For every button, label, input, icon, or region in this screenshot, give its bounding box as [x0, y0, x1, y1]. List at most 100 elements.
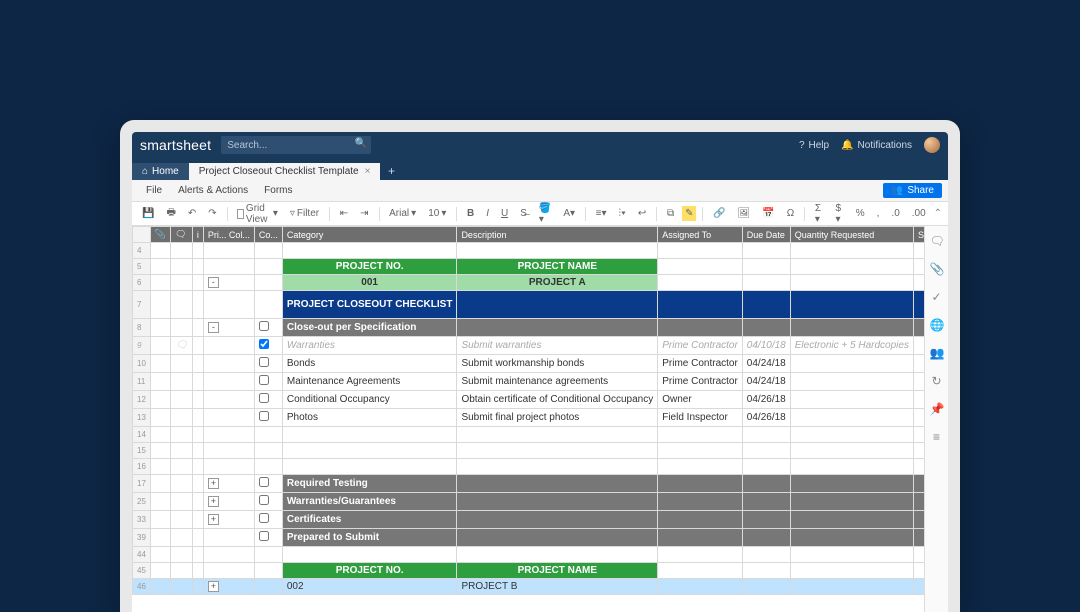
col-due[interactable]: Due Date — [742, 227, 790, 243]
cell-assigned[interactable]: Prime Contractor — [658, 355, 743, 373]
table-row[interactable]: 13PhotosSubmit final project photosField… — [133, 409, 925, 427]
row-number[interactable]: 17 — [133, 475, 151, 493]
row-checkbox[interactable] — [259, 339, 269, 349]
cell-attach[interactable] — [150, 355, 170, 373]
cell-pri[interactable]: + — [203, 511, 254, 529]
cell-info[interactable] — [192, 409, 203, 427]
cell-assigned[interactable] — [658, 243, 743, 259]
cell-comment[interactable] — [171, 547, 193, 563]
table-row[interactable]: 12Conditional OccupancyObtain certificat… — [133, 391, 925, 409]
cell-pri[interactable]: + — [203, 579, 254, 595]
cell-attach[interactable] — [150, 275, 170, 291]
fontsize-select[interactable]: 10 ▾ — [424, 206, 450, 221]
row-checkbox[interactable] — [259, 375, 269, 385]
expander-icon[interactable]: + — [208, 496, 219, 507]
cell-pri[interactable]: + — [203, 475, 254, 493]
image-icon[interactable]: 🖼 — [734, 206, 755, 221]
cell-qty[interactable] — [790, 475, 913, 493]
cell-checkbox[interactable] — [254, 579, 282, 595]
cell-comment[interactable] — [171, 373, 193, 391]
cell-info[interactable] — [192, 259, 203, 275]
row-number[interactable]: 16 — [133, 459, 151, 475]
cell-comment[interactable] — [171, 493, 193, 511]
font-select[interactable]: Arial ▾ — [385, 206, 420, 221]
table-row[interactable]: 6-001PROJECT A — [133, 275, 925, 291]
row-number[interactable]: 10 — [133, 355, 151, 373]
cell-info[interactable] — [192, 391, 203, 409]
cell-due[interactable] — [742, 259, 790, 275]
cell-due[interactable]: 04/26/18 — [742, 409, 790, 427]
cell-assigned[interactable] — [658, 259, 743, 275]
cell-category[interactable]: Conditional Occupancy — [282, 391, 457, 409]
cell-comment[interactable] — [171, 291, 193, 319]
expander-icon[interactable]: + — [208, 478, 219, 489]
redo-icon[interactable]: ↷ — [204, 206, 220, 221]
cell-due[interactable] — [742, 443, 790, 459]
cell-checkbox[interactable] — [254, 443, 282, 459]
row-number[interactable]: 13 — [133, 409, 151, 427]
help-link[interactable]: ? Help — [799, 140, 829, 151]
cell-due[interactable] — [742, 427, 790, 443]
cell-description[interactable] — [457, 319, 658, 337]
cell-info[interactable] — [192, 275, 203, 291]
cell-assigned[interactable]: Field Inspector — [658, 409, 743, 427]
cell-req[interactable] — [913, 493, 924, 511]
row-checkbox[interactable] — [259, 411, 269, 421]
search-icon[interactable]: 🔍 — [355, 138, 367, 149]
row-number[interactable]: 25 — [133, 493, 151, 511]
cell-checkbox[interactable] — [254, 493, 282, 511]
cell-checkbox[interactable] — [254, 563, 282, 579]
cell-info[interactable] — [192, 459, 203, 475]
cell-info[interactable] — [192, 493, 203, 511]
cell-pri[interactable] — [203, 563, 254, 579]
cell-description[interactable] — [457, 493, 658, 511]
cell-checkbox[interactable] — [254, 337, 282, 355]
cell-checkbox[interactable] — [254, 529, 282, 547]
cell-req[interactable] — [913, 511, 924, 529]
cell-attach[interactable] — [150, 319, 170, 337]
cell-qty[interactable] — [790, 563, 913, 579]
cell-due[interactable]: 04/24/18 — [742, 373, 790, 391]
cell-attach[interactable] — [150, 391, 170, 409]
cell-qty[interactable] — [790, 493, 913, 511]
cell-comment[interactable] — [171, 355, 193, 373]
cell-description[interactable]: Submit workmanship bonds — [457, 355, 658, 373]
cell-category[interactable]: PROJECT NO. — [282, 259, 457, 275]
cell-comment[interactable] — [171, 459, 193, 475]
cell-description[interactable]: Obtain certificate of Conditional Occupa… — [457, 391, 658, 409]
add-tab-button[interactable]: + — [380, 162, 402, 180]
cell-attach[interactable] — [150, 459, 170, 475]
cell-description[interactable] — [457, 511, 658, 529]
cell-qty[interactable] — [790, 275, 913, 291]
cell-due[interactable] — [742, 243, 790, 259]
calendar-icon[interactable]: 📅 — [758, 206, 778, 221]
cell-category[interactable] — [282, 443, 457, 459]
cell-assigned[interactable] — [658, 427, 743, 443]
outdent-icon[interactable]: ⇤ — [336, 206, 352, 221]
symbol-icon[interactable]: Ω — [783, 206, 798, 221]
cell-qty[interactable] — [790, 355, 913, 373]
cell-description[interactable]: Submit warranties — [457, 337, 658, 355]
cell-req[interactable] — [913, 409, 924, 427]
cell-qty[interactable] — [790, 529, 913, 547]
cell-pri[interactable] — [203, 243, 254, 259]
cell-checkbox[interactable] — [254, 355, 282, 373]
cell-qty[interactable] — [790, 443, 913, 459]
cell-due[interactable] — [742, 547, 790, 563]
row-number[interactable]: 33 — [133, 511, 151, 529]
fill-icon[interactable]: 🪣▾ — [535, 201, 555, 227]
cell-checkbox[interactable] — [254, 475, 282, 493]
cell-description[interactable] — [457, 243, 658, 259]
avatar[interactable] — [924, 137, 940, 153]
cell-checkbox[interactable] — [254, 259, 282, 275]
cell-qty[interactable] — [790, 391, 913, 409]
cell-category[interactable]: 001 — [282, 275, 457, 291]
link-icon[interactable]: 🔗 — [709, 206, 729, 221]
table-row[interactable]: 4 — [133, 243, 925, 259]
comment-panel-icon[interactable]: 🗨 — [930, 234, 944, 248]
cell-checkbox[interactable] — [254, 511, 282, 529]
cell-description[interactable] — [457, 475, 658, 493]
cell-description[interactable]: PROJECT NAME — [457, 563, 658, 579]
cell-info[interactable] — [192, 511, 203, 529]
cell-pri[interactable] — [203, 337, 254, 355]
